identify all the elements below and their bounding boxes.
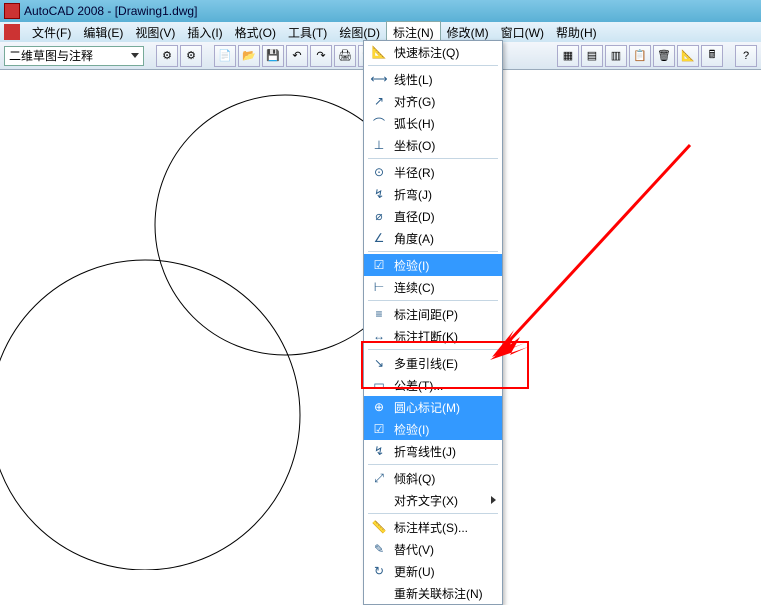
toolbar-btn-f[interactable]: 📐	[677, 45, 699, 67]
toolbar-gear2-button[interactable]: ⚙	[180, 45, 202, 67]
menu-item-mleader[interactable]: ↘多重引线(E)	[364, 352, 502, 374]
oblique-icon: ⤢	[370, 470, 388, 486]
toolbar-print-button[interactable]: 🖨	[334, 45, 356, 67]
diameter-icon: ⌀	[370, 208, 388, 224]
workspace-value: 二维草图与注释	[9, 47, 93, 64]
toolbar-gear-button[interactable]: ⚙	[156, 45, 178, 67]
radius-icon: ⊙	[370, 164, 388, 180]
menu-item-jog[interactable]: ↯折弯(J)	[364, 183, 502, 205]
aligntext-icon	[370, 492, 388, 508]
menu-item-diameter[interactable]: ⌀直径(D)	[364, 205, 502, 227]
menu-item-inspect[interactable]: ☑检验(I)	[364, 254, 502, 276]
toolbar-save-button[interactable]: 💾	[262, 45, 284, 67]
ordinate-icon: ⊥	[370, 137, 388, 153]
menu-item-joglinear[interactable]: ↯折弯线性(J)	[364, 440, 502, 462]
menu-file[interactable]: 文件(F)	[26, 22, 77, 43]
workspace-combo[interactable]: 二维草图与注释	[4, 46, 144, 66]
toolbar-redo-button[interactable]: ↷	[310, 45, 332, 67]
inspect2-icon: ☑	[370, 421, 388, 437]
menu-item-oblique[interactable]: ⤢倾斜(Q)	[364, 467, 502, 489]
toolbar-new-button[interactable]: 📄	[214, 45, 236, 67]
continue-icon: ⊢	[370, 279, 388, 295]
toolbar-btn-c[interactable]: ▥	[605, 45, 627, 67]
dimspace-icon: ≡	[370, 306, 388, 322]
menu-item-angular[interactable]: ∠角度(A)	[364, 227, 502, 249]
toolbar-calc-button[interactable]: 🖩	[701, 45, 723, 67]
mleader-icon: ↘	[370, 355, 388, 371]
menu-edit[interactable]: 编辑(E)	[77, 22, 129, 43]
arc-icon: ⌒	[370, 115, 388, 131]
menu-tools[interactable]: 工具(T)	[282, 22, 333, 43]
menu-item-arc[interactable]: ⌒弧长(H)	[364, 112, 502, 134]
menu-help[interactable]: 帮助(H)	[550, 22, 603, 43]
reassoc-icon	[370, 585, 388, 601]
window-title: AutoCAD 2008 - [Drawing1.dwg]	[24, 4, 197, 18]
centermark-icon: ⊕	[370, 399, 388, 415]
jog-icon: ↯	[370, 186, 388, 202]
menu-item-centermark[interactable]: ⊕圆心标记(M)	[364, 396, 502, 418]
menu-bar: 文件(F) 编辑(E) 视图(V) 插入(I) 格式(O) 工具(T) 绘图(D…	[0, 22, 761, 42]
tolerance-icon: ▭	[370, 377, 388, 393]
menu-item-update[interactable]: ↻更新(U)	[364, 560, 502, 582]
menu-item-dimstyle[interactable]: 📏标注样式(S)...	[364, 516, 502, 538]
dimstyle-icon: 📏	[370, 519, 388, 535]
toolbar-btn-a[interactable]: ▦	[557, 45, 579, 67]
menu-item-radius[interactable]: ⊙半径(R)	[364, 161, 502, 183]
title-bar: AutoCAD 2008 - [Drawing1.dwg]	[0, 0, 761, 22]
menu-item-linear[interactable]: ⟷线性(L)	[364, 68, 502, 90]
menu-item-aligned[interactable]: ↗对齐(G)	[364, 90, 502, 112]
chevron-right-icon	[491, 496, 496, 504]
menu-view[interactable]: 视图(V)	[129, 22, 181, 43]
override-icon: ✎	[370, 541, 388, 557]
joglinear-icon: ↯	[370, 443, 388, 459]
linear-icon: ⟷	[370, 71, 388, 87]
dimension-menu-dropdown: 📐快速标注(Q) ⟷线性(L) ↗对齐(G) ⌒弧长(H) ⊥坐标(O) ⊙半径…	[363, 40, 503, 605]
app-icon-small	[4, 24, 20, 40]
aligned-icon: ↗	[370, 93, 388, 109]
menu-item-inspect2[interactable]: ☑检验(I)	[364, 418, 502, 440]
menu-item-dimbreak[interactable]: ↔标注打断(K)	[364, 325, 502, 347]
menu-item-reassoc[interactable]: 重新关联标注(N)	[364, 582, 502, 604]
menu-item-quickdim[interactable]: 📐快速标注(Q)	[364, 41, 502, 63]
angular-icon: ∠	[370, 230, 388, 246]
quickdim-icon: 📐	[370, 44, 388, 60]
menu-item-dimspace[interactable]: ≡标注间距(P)	[364, 303, 502, 325]
toolbar-open-button[interactable]: 📂	[238, 45, 260, 67]
chevron-down-icon	[131, 53, 139, 58]
menu-item-override[interactable]: ✎替代(V)	[364, 538, 502, 560]
menu-insert[interactable]: 插入(I)	[181, 22, 228, 43]
toolbar-undo-button[interactable]: ↶	[286, 45, 308, 67]
menu-item-ordinate[interactable]: ⊥坐标(O)	[364, 134, 502, 156]
menu-item-continue[interactable]: ⊢连续(C)	[364, 276, 502, 298]
toolbar-help-button[interactable]: ?	[735, 45, 757, 67]
toolbar-btn-d[interactable]: 📋	[629, 45, 651, 67]
dimbreak-icon: ↔	[370, 328, 388, 344]
menu-item-tolerance[interactable]: ▭公差(T)...	[364, 374, 502, 396]
menu-format[interactable]: 格式(O)	[229, 22, 282, 43]
app-icon	[4, 3, 20, 19]
inspect-icon: ☑	[370, 257, 388, 273]
toolbar-btn-b[interactable]: ▤	[581, 45, 603, 67]
menu-item-aligntext[interactable]: 对齐文字(X)	[364, 489, 502, 511]
update-icon: ↻	[370, 563, 388, 579]
toolbar-btn-e[interactable]: 🗑	[653, 45, 675, 67]
